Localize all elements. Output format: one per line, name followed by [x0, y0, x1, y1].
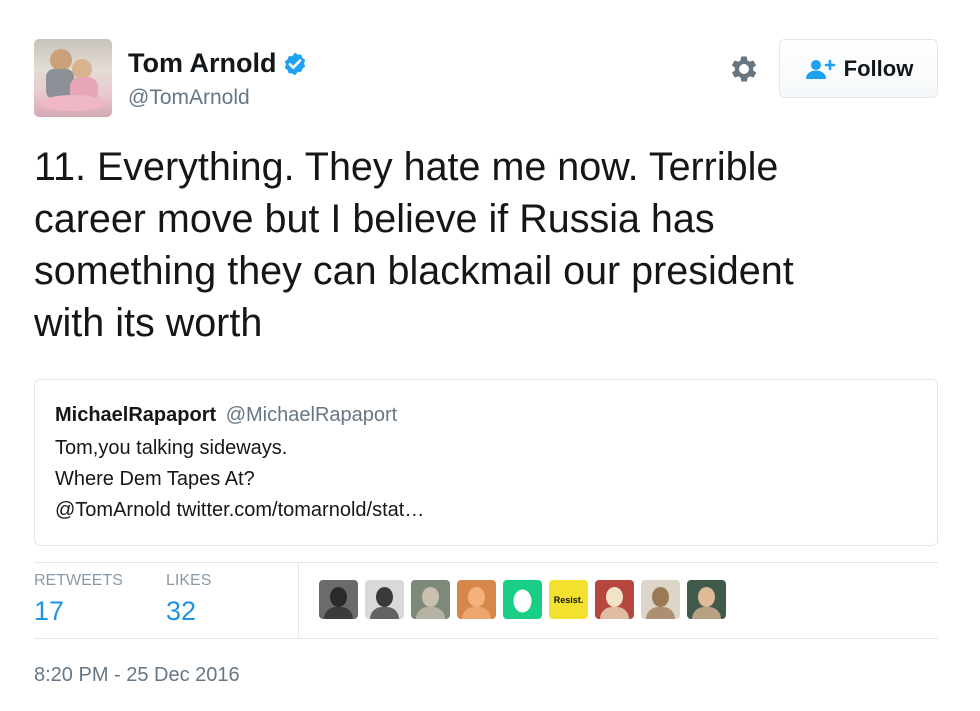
liker-face [376, 587, 393, 607]
quoted-tweet[interactable]: MichaelRapaport @MichaelRapaport Tom,you… [34, 379, 938, 546]
orange-face-avatar[interactable] [457, 580, 496, 619]
lincoln-avatar[interactable] [319, 580, 358, 619]
verified-badge-icon [285, 52, 306, 75]
liker-shoulders [462, 607, 491, 619]
liker-avatar-text: Resist. [553, 594, 584, 605]
quoted-author-name: MichaelRapaport [55, 404, 217, 426]
default-egg-avatar[interactable] [503, 580, 542, 619]
follow-button-label: Follow [843, 55, 914, 81]
crowd-avatar[interactable] [411, 580, 450, 619]
quoted-tweet-line: @TomArnold twitter.com/tomarnold/stat… [55, 499, 425, 521]
likes-count[interactable]: 32 [166, 596, 211, 627]
liker-face [698, 587, 715, 607]
gear-icon[interactable] [727, 52, 761, 86]
tweet-timestamp[interactable]: 8:20 PM - 25 Dec 2016 [34, 664, 240, 687]
divider [34, 638, 938, 639]
divider [298, 562, 299, 638]
liker-face [422, 587, 439, 607]
resist-avatar[interactable]: Resist. [549, 580, 588, 619]
quoted-tweet-header: MichaelRapaport @MichaelRapaport [55, 404, 397, 427]
author-name-row[interactable]: Tom Arnold [128, 48, 308, 79]
quoted-tweet-line: Where Dem Tapes At? [55, 468, 255, 490]
quoted-author-handle: @MichaelRapaport [225, 404, 398, 426]
selfie-avatar[interactable] [687, 580, 726, 619]
retweets-stat[interactable]: RETWEETS 17 [34, 572, 123, 627]
liker-face [468, 587, 485, 607]
divider [34, 562, 938, 563]
add-person-icon [805, 59, 835, 79]
retweets-label: RETWEETS [34, 572, 123, 589]
author-avatar[interactable] [34, 39, 112, 117]
liker-face [652, 587, 669, 607]
liker-face [330, 587, 347, 607]
retweets-count[interactable]: 17 [34, 596, 123, 627]
author-name[interactable]: Tom Arnold [128, 48, 276, 79]
liker-shoulders [416, 607, 445, 619]
liker-shoulders [646, 607, 675, 619]
author-handle[interactable]: @TomArnold [128, 86, 250, 110]
woman-bw-avatar[interactable] [365, 580, 404, 619]
likes-stat[interactable]: LIKES 32 [166, 572, 211, 627]
follow-button[interactable]: Follow [779, 39, 938, 98]
egg-icon [513, 589, 532, 613]
tweet-text: 11. Everything. They hate me now. Terrib… [34, 145, 794, 345]
likers-avatars: Resist. [319, 580, 726, 619]
quoted-tweet-line: Tom,you talking sideways. [55, 437, 288, 459]
liker-face [606, 587, 623, 607]
poster-avatar[interactable] [641, 580, 680, 619]
liker-shoulders [600, 607, 629, 619]
liker-shoulders [692, 607, 721, 619]
liker-shoulders [370, 607, 399, 619]
make-art-avatar[interactable] [595, 580, 634, 619]
likes-label: LIKES [166, 572, 212, 589]
liker-shoulders [324, 607, 353, 619]
